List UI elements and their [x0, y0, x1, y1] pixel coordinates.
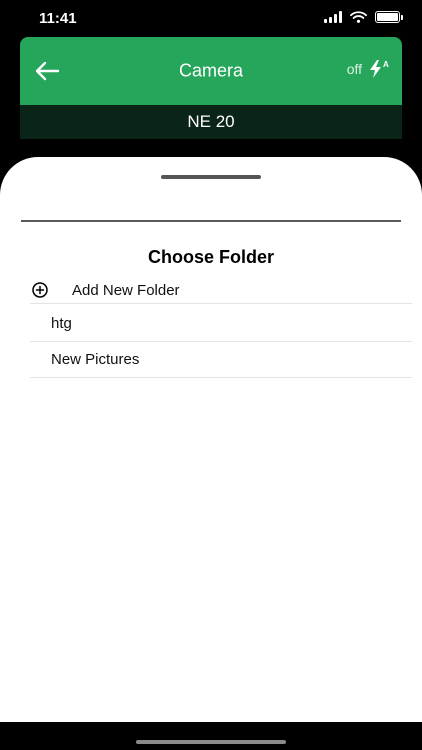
home-indicator[interactable]	[136, 740, 286, 744]
folder-item[interactable]: New Pictures	[30, 341, 412, 378]
battery-icon	[375, 11, 403, 23]
header-title: Camera	[178, 60, 244, 81]
flash-toggle[interactable]: off A	[347, 59, 390, 79]
status-bar: 11:41	[0, 0, 422, 36]
location-label: NE 20	[187, 112, 235, 131]
flash-auto-icon: A	[368, 59, 390, 79]
status-time: 11:41	[39, 10, 77, 27]
choose-folder-sheet: Choose Folder Add New Folder htg New Pic…	[0, 157, 422, 722]
sheet-divider	[21, 220, 401, 222]
add-new-folder-button[interactable]: Add New Folder	[30, 275, 412, 304]
location-bar: NE 20	[20, 105, 402, 139]
camera-header: Camera off A	[20, 37, 402, 105]
home-bar-area	[0, 722, 422, 750]
folder-item-label: New Pictures	[51, 351, 140, 368]
sheet-grabber[interactable]	[161, 175, 261, 179]
plus-circle-icon	[32, 282, 48, 298]
folder-item-label: htg	[51, 315, 72, 332]
flash-state-label: off	[346, 61, 362, 77]
cellular-signal-icon	[324, 11, 342, 23]
wifi-icon	[350, 11, 367, 23]
status-icons	[324, 11, 403, 23]
add-new-folder-label: Add New Folder	[72, 282, 180, 299]
sheet-title: Choose Folder	[147, 247, 274, 267]
flash-mode-letter: A	[383, 60, 389, 69]
folder-item[interactable]: htg	[30, 305, 412, 342]
